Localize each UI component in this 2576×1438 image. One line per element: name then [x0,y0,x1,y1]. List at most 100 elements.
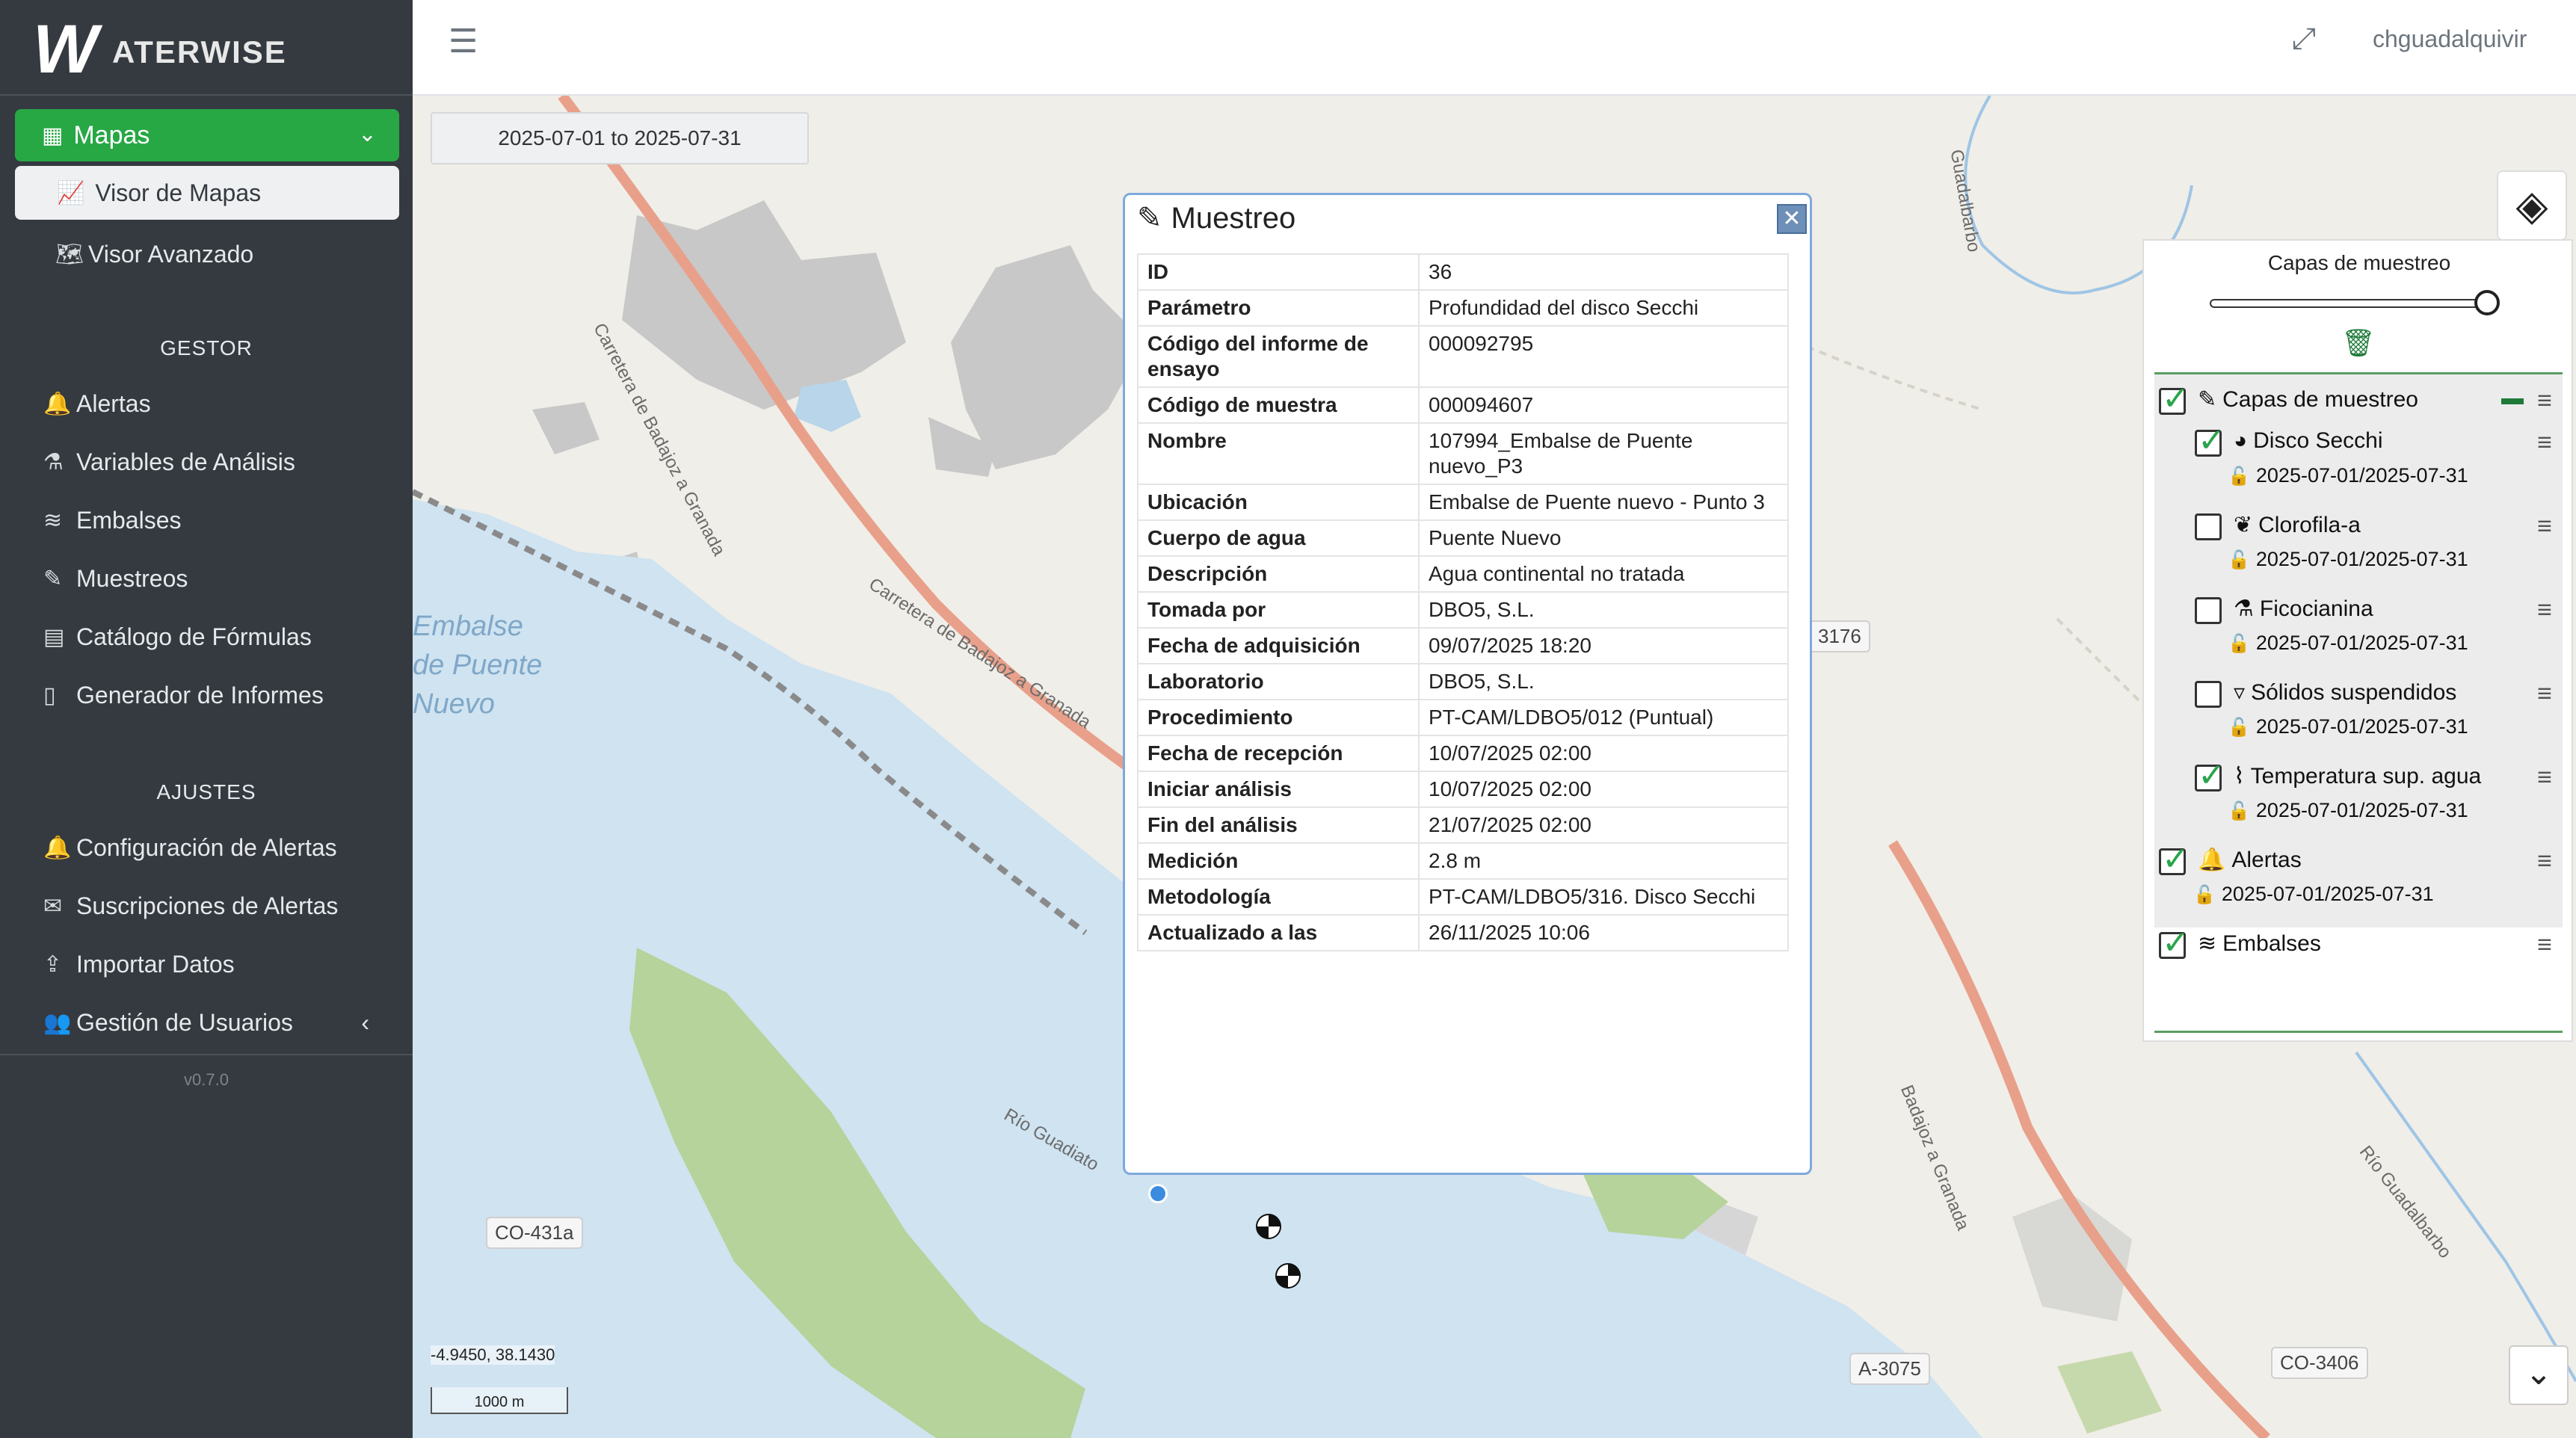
hamburger-menu-icon[interactable]: ☰ [449,22,478,61]
popup-key: Parámetro [1137,289,1420,327]
layer-checkbox[interactable] [2195,756,2225,794]
thermometer-water-icon: ⌇ [2234,764,2245,789]
unlock-icon[interactable]: 🔓 [2193,885,2216,905]
layer-label: ◕ Disco Secchi [2234,428,2383,454]
popup-row: Descripción Agua continental no tratada [1137,555,1789,593]
nav-embalses[interactable]: ≋ Embalses [0,498,413,543]
popup-value: 000094607 [1418,386,1789,424]
popup-key: Procedimiento [1137,699,1420,736]
layer-label: ❦ Clorofila-a [2234,512,2361,538]
unlock-icon[interactable]: 🔓 [2228,550,2250,570]
drag-handle-icon[interactable]: ≡ [2537,512,2552,541]
drag-handle-icon[interactable]: ≡ [2537,847,2552,876]
popup-value: 26/11/2025 10:06 [1418,914,1789,951]
nav-visor-avanzado[interactable]: 🗺 Visor Avanzado [0,232,413,277]
popup-value: Profundidad del disco Secchi [1418,289,1789,327]
drag-handle-icon[interactable]: ≡ [2537,679,2552,709]
lake-label-line3: Nuevo [413,688,495,720]
scale-bar: 1000 m [431,1387,568,1414]
popup-value: PT-CAM/LDBO5/012 (Puntual) [1418,699,1789,736]
unlock-icon[interactable]: 🔓 [2228,718,2250,738]
nav-mapas[interactable]: ▦ Mapas ⌄ [15,109,399,161]
close-button[interactable]: ✕ [1777,204,1807,234]
layer-label-text: Ficocianina [2259,596,2373,621]
drag-handle-icon[interactable]: ≡ [2537,931,2552,960]
unlock-icon[interactable]: 🔓 [2228,801,2250,821]
layer-row[interactable]: ◕Disco Secchi ≡ [2154,422,2563,464]
nav-suscripciones[interactable]: ✉ Suscripciones de Alertas [0,883,413,928]
opacity-slider-handle[interactable] [2474,290,2500,315]
water-icon: ≋ [43,507,63,533]
layer-checkbox[interactable] [2195,681,2222,708]
secchi-marker[interactable] [1275,1263,1301,1289]
layer-date-range: 🔓 2025-07-01/2025-07-31 [2193,883,2434,906]
nav-generador-label: Generador de Informes [76,681,324,709]
layer-checkbox[interactable] [2195,597,2222,624]
nav-importar[interactable]: ⇪ Importar Datos [0,942,413,987]
envelope-icon: ✉ [43,893,63,919]
layer-row[interactable]: ✎Capas de muestreo ≡ [2154,380,2563,422]
user-menu[interactable]: chguadalquivir [2373,25,2527,53]
layer-tree: ✎Capas de muestreo≡ ◕Disco Secchi ≡ 🔓2025-0… [2154,372,2563,1033]
nav-generador[interactable]: ▯ Generador de Informes [0,673,413,718]
fullscreen-icon[interactable]: ⤢ [2292,22,2316,56]
layer-checkbox[interactable] [2159,380,2190,418]
layers-icon[interactable]: ◈ [2497,170,2567,241]
layer-checkbox[interactable] [2159,840,2190,878]
bell-icon: 🔔 [43,391,72,416]
divider [0,1054,413,1055]
section-gestor: GESTOR [160,336,253,360]
nav-mapas-label: Mapas [73,120,150,149]
unlock-icon[interactable]: 🔓 [2228,466,2250,487]
layer-row[interactable]: ❦ Clorofila-a ≡ [2154,506,2563,548]
popup-key: Tomada por [1137,591,1420,629]
popup-row: Iniciar análisis 10/07/2025 02:00 [1137,771,1789,808]
collapse-icon[interactable] [2501,398,2524,404]
nav-catalogo[interactable]: ▤ Catálogo de Fórmulas [0,614,413,659]
layer-checkbox[interactable] [2195,513,2222,540]
opacity-slider-track[interactable] [2210,299,2488,308]
layer-row[interactable]: 🔔Alertas ≡ [2154,840,2563,883]
nav-visor-mapas-label: Visor de Mapas [95,179,262,206]
layer-row[interactable]: ≋Embalses ≡ [2154,924,2563,966]
popup-key: Fin del análisis [1137,806,1420,844]
popup-key: Ubicación [1137,484,1420,521]
drag-handle-icon[interactable]: ≡ [2537,428,2552,457]
popup-value: Agua continental no tratada [1418,555,1789,593]
layer-checkbox[interactable] [2195,422,2225,460]
trash-icon[interactable]: 🗑 [2341,327,2376,359]
nav-visor-mapas[interactable]: 📈 Visor de Mapas [15,166,399,220]
nav-usuarios-label: Gestión de Usuarios [76,1008,293,1036]
date-range-picker[interactable]: 2025-07-01 to 2025-07-31 [431,112,809,164]
drag-handle-icon[interactable]: ≡ [2537,386,2552,416]
drag-handle-icon[interactable]: ≡ [2537,596,2552,625]
popup-value: PT-CAM/LDBO5/316. Disco Secchi [1418,878,1789,916]
drag-handle-icon[interactable]: ≡ [2537,763,2552,792]
nav-usuarios[interactable]: 👥 Gestión de Usuarios ‹ [0,1000,413,1045]
popup-value: Puente Nuevo [1418,519,1789,557]
nav-muestreos[interactable]: ✎ Muestreos [0,556,413,601]
layer-row[interactable]: ▿ Sólidos suspendidos ≡ [2154,673,2563,715]
popup-value: 10/07/2025 02:00 [1418,771,1789,808]
popup-row: Fecha de recepción 10/07/2025 02:00 [1137,735,1789,772]
secchi-marker[interactable] [1256,1214,1281,1239]
layer-label: 🔔 Alertas [2198,847,2302,873]
layer-row[interactable]: ⚗ Ficocianina ≡ [2154,590,2563,632]
brand-logo[interactable]: W ATERWISE [0,0,413,96]
popup-value: 21/07/2025 02:00 [1418,806,1789,844]
chevron-down-icon[interactable]: ⌄ [2509,1345,2569,1405]
layer-row[interactable]: ⌇Temperatura sup. agua ≡ [2154,756,2563,799]
nav-config-alertas[interactable]: 🔔 Configuración de Alertas [0,825,413,870]
popup-value: DBO5, S.L. [1418,663,1789,700]
sidebar: W ATERWISE ▦ Mapas ⌄ 📈 Visor de Mapas 🗺 … [0,0,413,1438]
nav-variables[interactable]: ⚗ Variables de Análisis [0,439,413,484]
popup-row: Fin del análisis 21/07/2025 02:00 [1137,806,1789,844]
unlock-icon[interactable]: 🔓 [2228,634,2250,654]
popup-value: 000092795 [1418,325,1789,388]
popup-value: 107994_Embalse de Puente nuevo_P3 [1418,422,1789,485]
popup-key: Metodología [1137,878,1420,916]
layer-checkbox[interactable] [2159,924,2190,962]
nav-config-alertas-label: Configuración de Alertas [76,833,337,861]
nav-alertas[interactable]: 🔔 Alertas [0,381,413,426]
selected-point-marker[interactable] [1148,1184,1168,1203]
